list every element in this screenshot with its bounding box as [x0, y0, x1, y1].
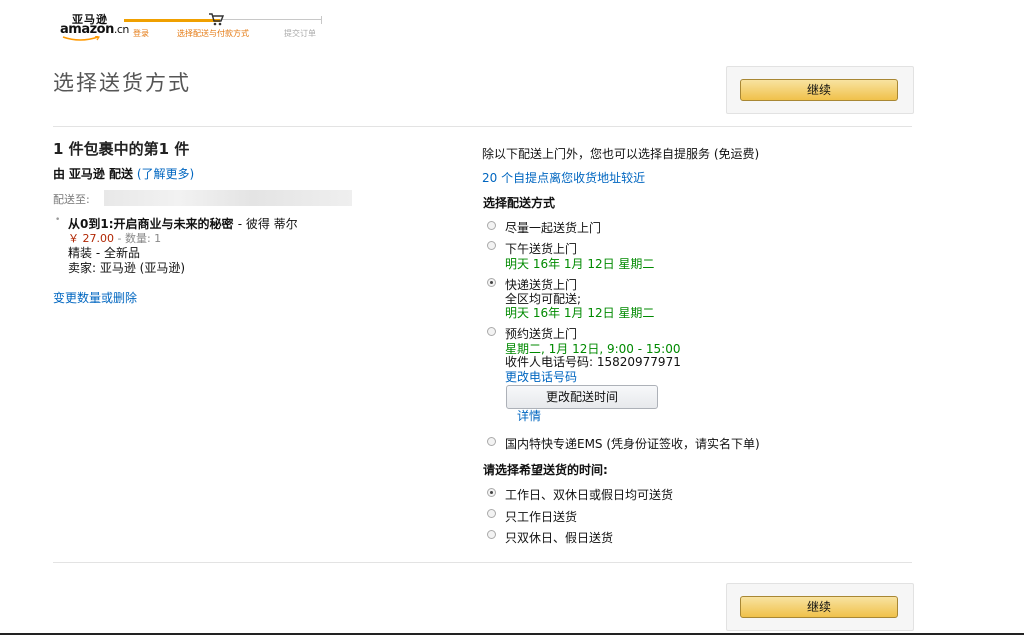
- change-quantity-link[interactable]: 变更数量或删除: [53, 289, 137, 306]
- details-link[interactable]: 详情: [517, 407, 541, 424]
- option-ship-together-label: 尽量一起送货上门: [505, 221, 602, 235]
- continue-button-top[interactable]: 继续: [740, 79, 898, 101]
- radio-ship-together[interactable]: [487, 221, 496, 230]
- time-weekends-label: 只双休日、假日送货: [505, 531, 614, 545]
- time-any-day-label: 工作日、双休日或假日均可送货: [505, 488, 674, 502]
- step-submit-order: 提交订单: [284, 29, 316, 38]
- step-login: 登录: [133, 29, 149, 38]
- change-phone-link[interactable]: 更改电话号码: [505, 368, 577, 385]
- continue-box-top: 继续: [726, 66, 914, 114]
- progress-end-tick: [321, 16, 322, 24]
- radio-ems[interactable]: [487, 437, 496, 446]
- page-title: 选择送货方式: [53, 71, 191, 95]
- radio-time-any-day[interactable]: [487, 488, 496, 497]
- item-seller: 卖家: 亚马逊 (亚马逊): [68, 261, 186, 275]
- option-afternoon-date: 明天 16年 1月 12日 星期二: [505, 257, 655, 271]
- divider-bottom: [53, 562, 912, 563]
- amazon-logo[interactable]: 亚马逊 amazon.cn: [58, 11, 129, 41]
- change-delivery-time-button[interactable]: 更改配送时间: [506, 385, 658, 409]
- progress-fill: [124, 19, 220, 22]
- ship-to-label: 配送至:: [53, 193, 90, 206]
- option-ems-label: 国内特快专递EMS (凭身份证签收，请实名下单): [505, 437, 760, 451]
- option-express-date: 明天 16年 1月 12日 星期二: [505, 306, 655, 320]
- package-title: 1 件包裹中的第1 件: [53, 140, 190, 158]
- pickup-points-link[interactable]: 20 个自提点离您收货地址较近: [482, 169, 645, 186]
- step-shipping-payment: 选择配送与付款方式: [177, 29, 249, 38]
- ship-to-address-redacted: [104, 190, 352, 206]
- item-bullet: •: [55, 215, 61, 225]
- pickup-note: 除以下配送上门外，您也可以选择自提服务 (免运费): [482, 147, 760, 161]
- logo-wordmark: amazon.cn: [60, 22, 129, 37]
- delivery-time-heading: 请选择希望送货的时间:: [483, 463, 608, 477]
- time-weekdays-label: 只工作日送货: [505, 510, 578, 524]
- continue-button-bottom[interactable]: 继续: [740, 596, 898, 618]
- cart-icon: [209, 13, 224, 26]
- continue-box-bottom: 继续: [726, 583, 914, 631]
- divider-top: [53, 126, 912, 127]
- shipping-method-heading: 选择配送方式: [483, 196, 556, 210]
- radio-express[interactable]: [487, 278, 496, 287]
- smile-icon: [62, 36, 100, 41]
- shipped-by: 由 亚马逊 配送 (了解更多): [53, 167, 195, 181]
- radio-time-weekdays[interactable]: [487, 509, 496, 518]
- radio-scheduled[interactable]: [487, 327, 496, 336]
- radio-afternoon[interactable]: [487, 241, 496, 250]
- learn-more-link[interactable]: (了解更多): [137, 167, 194, 181]
- radio-time-weekends[interactable]: [487, 530, 496, 539]
